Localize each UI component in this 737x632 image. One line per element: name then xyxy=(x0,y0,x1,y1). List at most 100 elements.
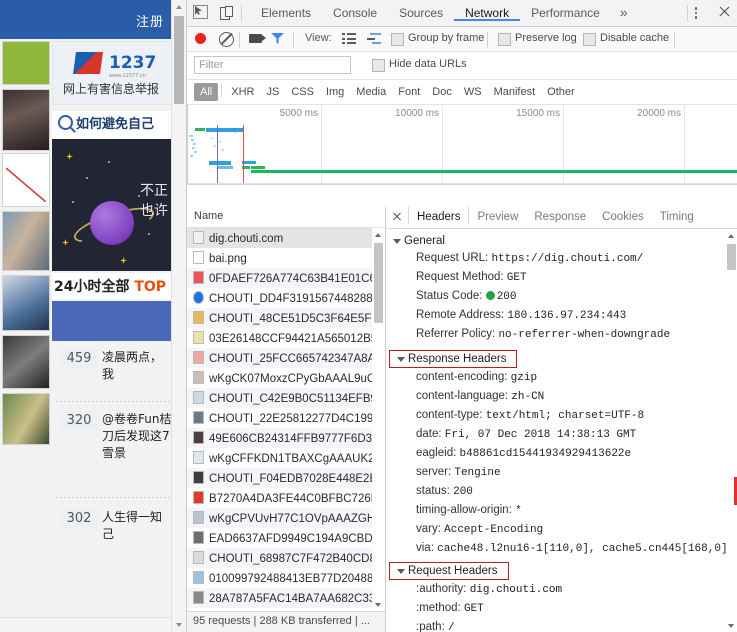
type-filter-all[interactable]: All xyxy=(194,83,219,101)
request-row[interactable]: 03E26148CCF94421A565012B5E xyxy=(187,328,385,348)
filter-input[interactable] xyxy=(194,56,351,74)
request-row[interactable]: CHOUTI_F04EDB7028E448E2B4 xyxy=(187,468,385,488)
filter-icon[interactable] xyxy=(271,33,284,44)
tab-headers[interactable]: Headers xyxy=(408,207,470,224)
disable-cache-checkbox[interactable] xyxy=(583,33,596,46)
tab-cookies[interactable]: Cookies xyxy=(594,207,652,224)
request-row[interactable]: dig.chouti.com xyxy=(187,228,385,248)
tab-response[interactable]: Response xyxy=(526,207,594,224)
hide-data-urls-checkbox[interactable] xyxy=(372,59,385,72)
page-vertical-scrollbar[interactable] xyxy=(171,0,186,632)
request-row[interactable]: 49E606CB24314FFB9777F6D3A xyxy=(187,428,385,448)
scroll-down-button[interactable] xyxy=(372,598,385,611)
thumbnail-image[interactable] xyxy=(2,335,50,389)
request-row[interactable]: 28A787A5FAC14BA7AA682C33 xyxy=(187,588,385,608)
request-row[interactable]: wKgCPVUvH77C1OVpAAAZGH xyxy=(187,508,385,528)
search-link-text[interactable]: 如何避免自己 xyxy=(76,113,154,132)
thumbnail-image[interactable] xyxy=(2,275,50,331)
network-overview-timeline[interactable]: 5000 ms 10000 ms 15000 ms 20000 ms xyxy=(187,105,737,185)
list-view-icon[interactable] xyxy=(342,33,356,44)
thumbnail-image[interactable] xyxy=(2,41,50,85)
request-row[interactable]: CHOUTI_48CE51D5C3F64E5F84 xyxy=(187,308,385,328)
request-row[interactable]: B7270A4DA3FE44C0BFBC726E xyxy=(187,488,385,508)
request-row[interactable]: CHOUTI_68987C7F472B40CD8 xyxy=(187,548,385,568)
request-list-scrollbar[interactable] xyxy=(372,228,385,611)
type-filter-js[interactable]: JS xyxy=(260,83,285,101)
request-row[interactable]: wKgCK07MoxzCPyGbAAAL9uC xyxy=(187,368,385,388)
request-list-header[interactable]: Name xyxy=(187,207,385,228)
tab-sources[interactable]: Sources xyxy=(388,0,454,21)
thumbnail-image[interactable] xyxy=(2,89,50,151)
thumbnail-image[interactable] xyxy=(2,393,50,445)
details-scrollbar[interactable] xyxy=(725,229,737,632)
scroll-up-button[interactable] xyxy=(725,229,737,242)
request-row[interactable]: EAD6637AFD9949C194A9CBD6 xyxy=(187,528,385,548)
record-button[interactable] xyxy=(195,33,206,44)
scroll-down-button[interactable] xyxy=(172,618,186,632)
list-item[interactable]: 459 凌晨两点，我 xyxy=(52,345,172,397)
close-icon[interactable] xyxy=(714,3,734,21)
type-filter-xhr[interactable]: XHR xyxy=(225,83,260,101)
request-row[interactable]: 0FDAEF726A774C63B41E01C6A xyxy=(187,268,385,288)
request-row[interactable]: CHOUTI_DD4F31915674482889 xyxy=(187,288,385,308)
headers-content[interactable]: General Request URL: https://dig.chouti.… xyxy=(386,229,737,632)
type-filter-doc[interactable]: Doc xyxy=(426,83,458,101)
list-item-title[interactable]: 凌晨两点，我 xyxy=(102,349,172,383)
preserve-log-checkbox[interactable] xyxy=(498,33,511,46)
search-link-row[interactable]: 如何避免自己 xyxy=(52,111,172,139)
report-banner[interactable]: 1237 www.12377.cn 网上有害信息举报 xyxy=(52,41,172,105)
section-header-general[interactable]: General xyxy=(386,233,737,249)
group-by-frame-checkbox[interactable] xyxy=(391,33,404,46)
type-filter-css[interactable]: CSS xyxy=(285,83,320,101)
hide-data-urls-label[interactable]: Hide data URLs xyxy=(389,58,467,70)
promo-block[interactable] xyxy=(52,301,172,341)
disable-cache-label[interactable]: Disable cache xyxy=(600,32,669,44)
close-details-icon[interactable] xyxy=(390,210,404,224)
scrollbar-thumb[interactable] xyxy=(174,16,184,104)
tab-preview[interactable]: Preview xyxy=(469,207,526,224)
hero-image[interactable]: 不正 也许 xyxy=(52,139,172,271)
list-item[interactable]: 320 @卷卷Fun桔 刀后发现这7 雪景 xyxy=(52,407,172,493)
thumbnail-image[interactable] xyxy=(2,153,50,207)
scrollbar-thumb[interactable] xyxy=(727,244,736,270)
type-filter-img[interactable]: Img xyxy=(320,83,350,101)
scrollbar-thumb[interactable] xyxy=(374,243,383,323)
type-filter-manifest[interactable]: Manifest xyxy=(488,83,542,101)
tab-console[interactable]: Console xyxy=(322,0,388,21)
capture-screenshots-icon[interactable] xyxy=(249,34,266,43)
more-tabs-icon[interactable]: » xyxy=(611,1,637,22)
request-row[interactable]: wKgCFFKDN1TBAXCgAAAUK25 xyxy=(187,448,385,468)
request-row[interactable]: 010099792488413EB77D20488 xyxy=(187,568,385,588)
list-item[interactable]: 302 人生得一知己 xyxy=(52,505,172,545)
request-row[interactable]: CHOUTI_22E25812277D4C199C xyxy=(187,408,385,428)
group-by-frame-label[interactable]: Group by frame xyxy=(408,32,484,44)
request-row[interactable]: CHOUTI_25FCC665742347A8A xyxy=(187,348,385,368)
section-header-response-headers[interactable]: Response Headers xyxy=(389,350,518,368)
tab-performance[interactable]: Performance xyxy=(520,0,611,21)
type-filter-font[interactable]: Font xyxy=(392,83,426,101)
scroll-up-button[interactable] xyxy=(172,0,186,14)
request-row[interactable]: bai.png xyxy=(187,248,385,268)
tab-elements[interactable]: Elements xyxy=(250,0,322,21)
tab-timing[interactable]: Timing xyxy=(652,207,702,224)
request-list-body[interactable]: dig.chouti.com bai.png 0FDAEF726A774C63B… xyxy=(187,228,385,611)
type-filter-ws[interactable]: WS xyxy=(458,83,488,101)
register-link[interactable]: 注册 xyxy=(136,11,164,30)
device-toolbar-icon[interactable] xyxy=(215,4,235,22)
inspect-element-icon[interactable] xyxy=(191,4,211,22)
type-filter-other[interactable]: Other xyxy=(541,83,581,101)
waterfall-view-icon[interactable] xyxy=(367,33,381,44)
section-header-request-headers[interactable]: Request Headers xyxy=(389,562,509,580)
list-item-title[interactable]: 人生得一知己 xyxy=(102,509,172,543)
preserve-log-label[interactable]: Preserve log xyxy=(515,32,577,44)
tab-network[interactable]: Network xyxy=(454,0,521,21)
thumbnail-image[interactable] xyxy=(2,211,50,271)
list-item-title[interactable]: @卷卷Fun桔 刀后发现这7 雪景 xyxy=(102,411,172,462)
scroll-down-button[interactable] xyxy=(725,619,737,632)
page-horizontal-scrollbar[interactable] xyxy=(0,617,172,632)
type-filter-media[interactable]: Media xyxy=(350,83,392,101)
scroll-up-button[interactable] xyxy=(372,228,385,241)
request-row[interactable]: CHOUTI_C42E9B0C51134EFB97 xyxy=(187,388,385,408)
clear-button[interactable] xyxy=(219,32,234,47)
kebab-menu-icon[interactable] xyxy=(688,3,704,21)
